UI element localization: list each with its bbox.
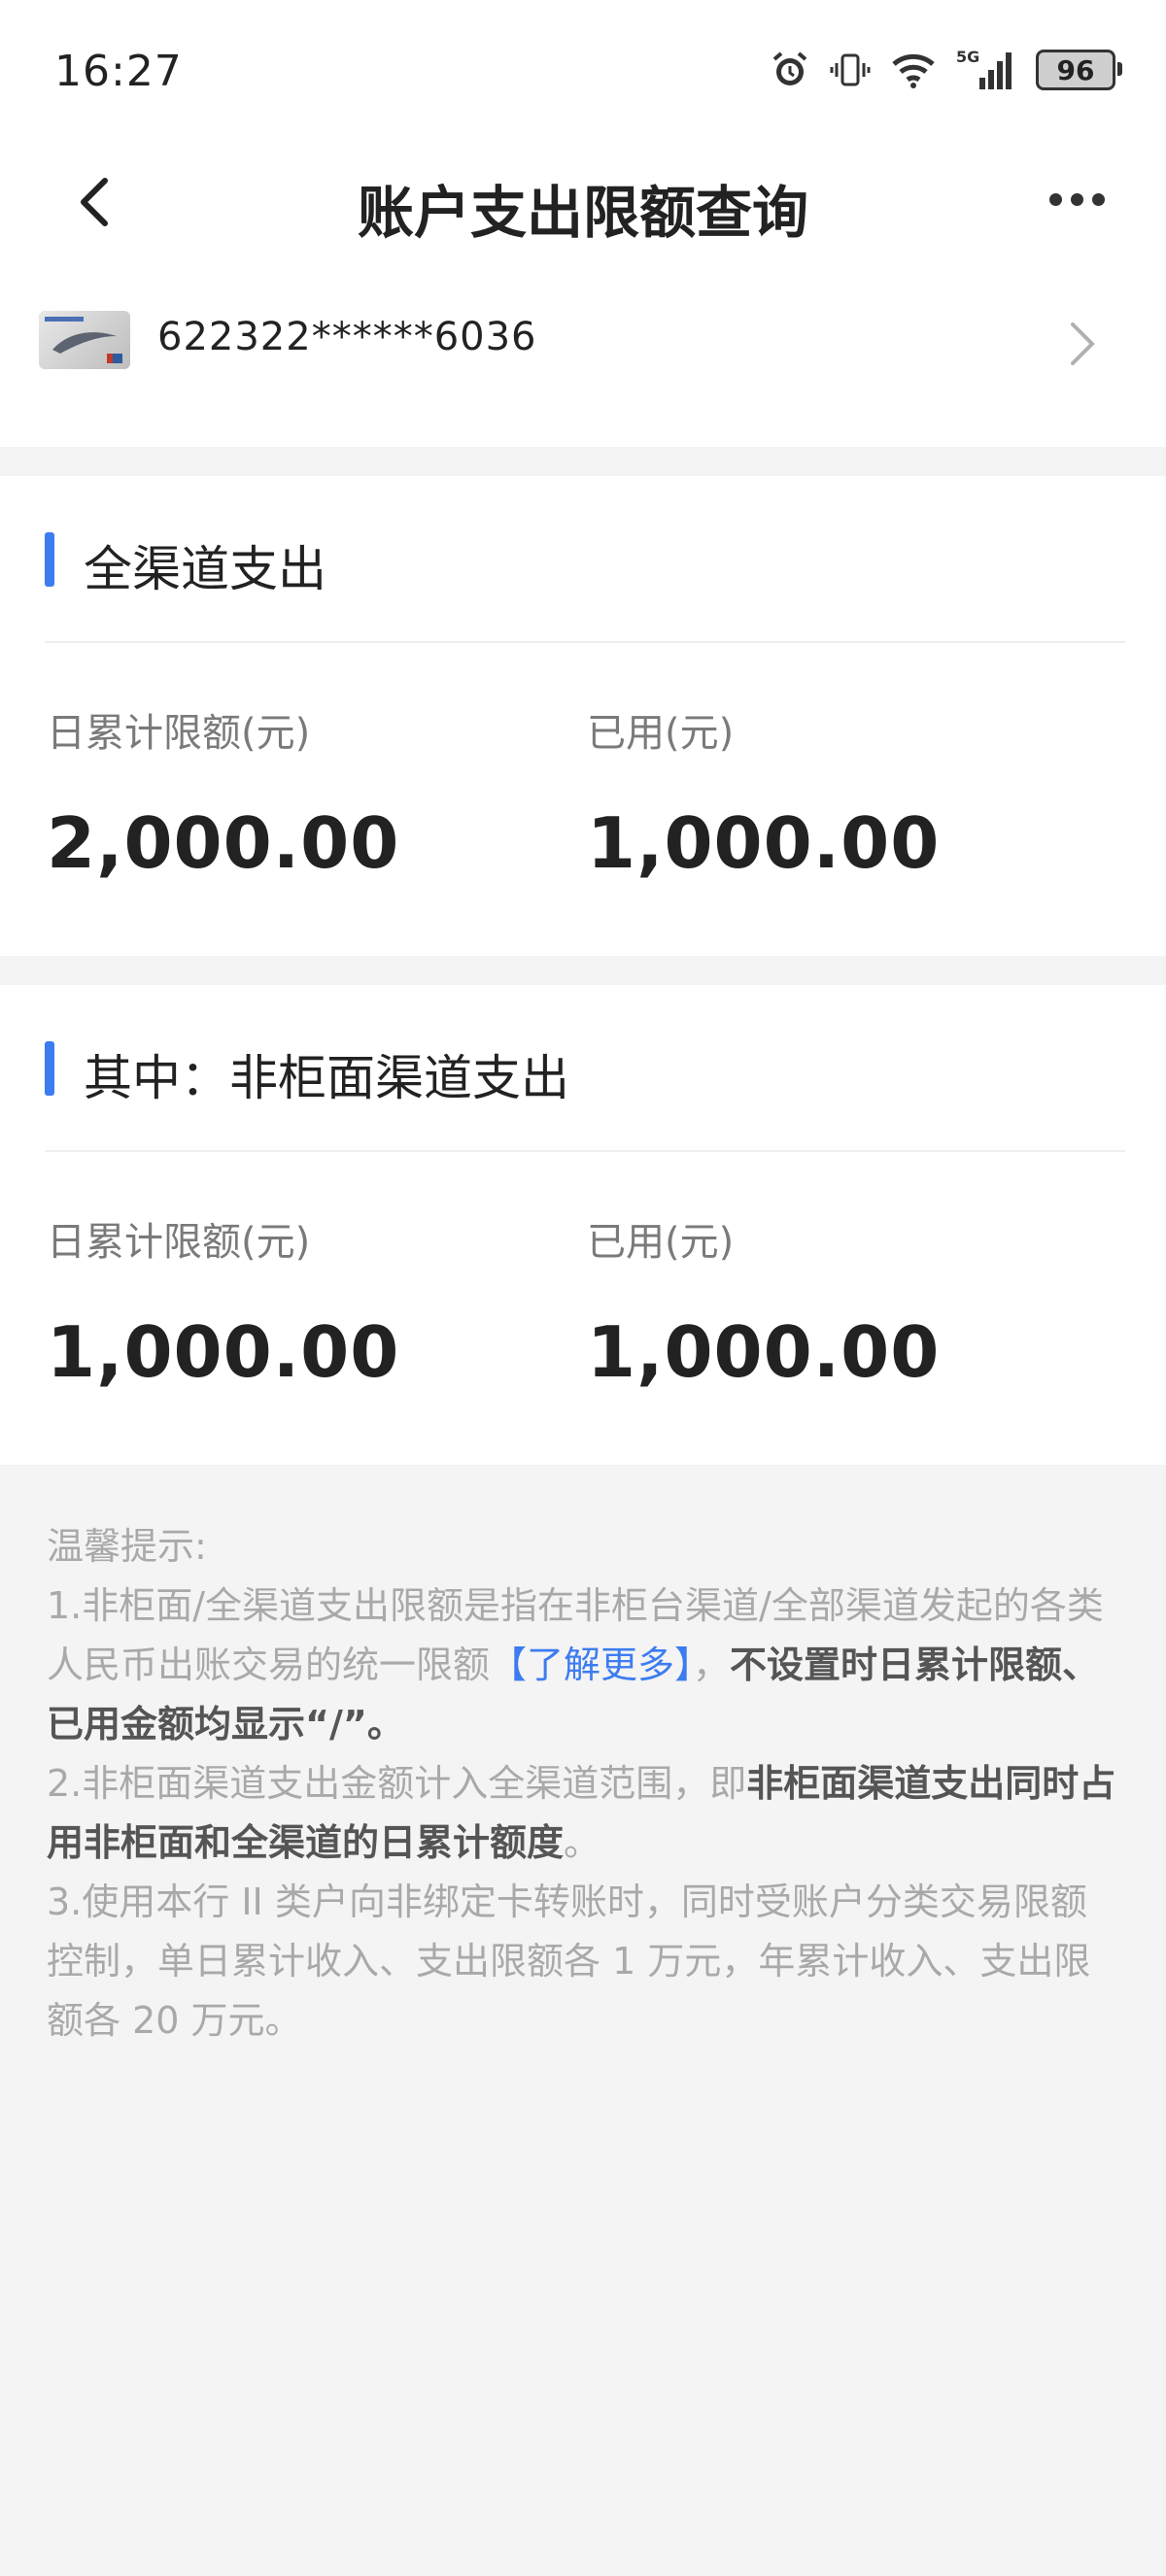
daily-limit: 日累计限额(元) 2,000.00	[47, 701, 399, 884]
daily-limit: 日累计限额(元) 1,000.00	[47, 1210, 399, 1393]
more-horizontal-icon	[1049, 192, 1062, 206]
used-amount: 已用(元) 1,000.00	[587, 1210, 940, 1393]
top-area: 16:27 5G 96 账户支出限额查询	[0, 0, 1166, 253]
more-button[interactable]	[1049, 185, 1117, 214]
wifi-icon	[890, 51, 937, 89]
card-number: 622322******6036	[157, 315, 537, 359]
tip-text: 2.非柜面渠道支出金额计入全渠道范围，即	[47, 1762, 747, 1805]
tip-item-3: 3.使用本行 II 类户向非绑定卡转账时，同时受账户分类交易限额控制，单日累计收…	[47, 1881, 1091, 2042]
tip-separator: ，	[693, 1644, 731, 1686]
used-amount: 已用(元) 1,000.00	[587, 701, 940, 884]
section-header: 全渠道支出	[0, 476, 1166, 643]
used-label: 已用(元)	[587, 711, 735, 756]
alarm-icon	[770, 50, 810, 90]
section-title: 其中：非柜面渠道支出	[84, 1050, 569, 1106]
chevron-right-icon	[1063, 315, 1102, 373]
status-bar: 16:27 5G 96	[0, 0, 1166, 146]
vibrate-icon	[830, 50, 871, 90]
all-channel-section: 全渠道支出 日累计限额(元) 2,000.00 已用(元) 1,000.00	[0, 476, 1166, 956]
tip-item-1: 1.非柜面/全渠道支出限额是指在非柜台渠道/全部渠道发起的各类人民币出账交易的统…	[47, 1576, 1119, 1754]
daily-limit-value: 2,000.00	[47, 802, 400, 884]
section-accent-bar	[45, 532, 54, 587]
battery-icon: 96	[1036, 50, 1122, 90]
non-counter-section: 其中：非柜面渠道支出 日累计限额(元) 1,000.00 已用(元) 1,000…	[0, 985, 1166, 1465]
page-title: 账户支出限额查询	[357, 180, 808, 246]
section-title: 全渠道支出	[84, 541, 326, 597]
tip-item-2: 2.非柜面渠道支出金额计入全渠道范围，即非柜面渠道支出同时占用非柜面和全渠道的日…	[47, 1754, 1119, 1873]
status-time: 16:27	[54, 47, 183, 96]
daily-limit-label: 日累计限额(元)	[47, 1220, 311, 1265]
cellular-signal-icon: 5G	[956, 49, 1016, 91]
section-accent-bar	[45, 1041, 54, 1096]
learn-more-link[interactable]: 【了解更多】	[490, 1644, 693, 1686]
tips-section: 温馨提示: 1.非柜面/全渠道支出限额是指在非柜台渠道/全部渠道发起的各类人民币…	[0, 1465, 1166, 2051]
daily-limit-value: 1,000.00	[47, 1311, 400, 1393]
used-label: 已用(元)	[587, 1220, 735, 1265]
used-value: 1,000.00	[587, 802, 941, 884]
bank-card-icon	[39, 311, 130, 369]
used-value: 1,000.00	[587, 1311, 941, 1393]
daily-limit-label: 日累计限额(元)	[47, 711, 311, 756]
status-icons: 5G 96	[770, 49, 1122, 91]
section-body: 日累计限额(元) 1,000.00 已用(元) 1,000.00	[0, 1152, 1166, 1465]
account-selector[interactable]: 622322******6036	[0, 253, 1166, 447]
tips-heading: 温馨提示:	[47, 1525, 207, 1568]
nav-bar: 账户支出限额查询	[0, 146, 1166, 253]
tip-end: 。	[564, 1821, 601, 1864]
svg-text:5G: 5G	[956, 49, 979, 66]
section-body: 日累计限额(元) 2,000.00 已用(元) 1,000.00	[0, 643, 1166, 956]
section-header: 其中：非柜面渠道支出	[0, 985, 1166, 1152]
